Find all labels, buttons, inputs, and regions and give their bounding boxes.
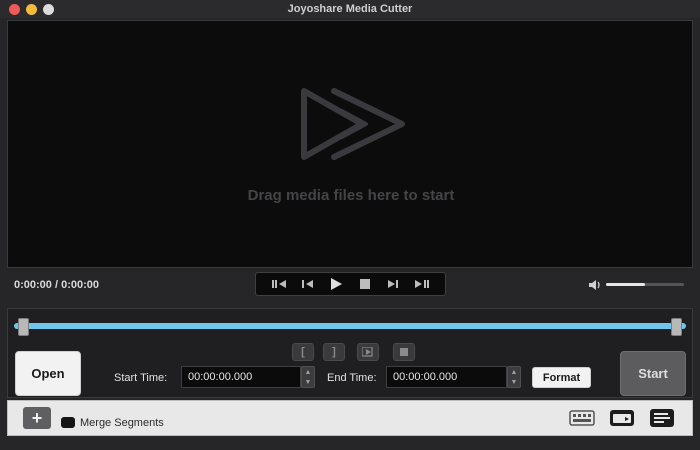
- end-time-stepper[interactable]: ▲ ▼: [507, 366, 521, 388]
- merge-segments-label: Merge Segments: [80, 417, 164, 429]
- chevron-down-icon: ▼: [304, 378, 312, 386]
- set-start-point-button[interactable]: [: [292, 343, 314, 361]
- output-folder-button[interactable]: [608, 407, 636, 429]
- timecode-display: 0:00:00 / 0:00:00: [14, 279, 99, 291]
- title-bar: Joyoshare Media Cutter: [0, 0, 700, 18]
- chevron-up-icon: ▲: [304, 368, 312, 376]
- next-frame-icon[interactable]: [382, 275, 404, 293]
- chevron-up-icon: ▲: [510, 368, 518, 376]
- set-end-point-button[interactable]: ]: [323, 343, 345, 361]
- folder-icon: [610, 410, 634, 426]
- start-time-label: Start Time:: [114, 372, 168, 384]
- playback-controls: [255, 272, 446, 296]
- volume-slider-fill: [606, 283, 645, 286]
- stop-preview-button[interactable]: [393, 343, 415, 361]
- merge-segments-checkbox[interactable]: [61, 417, 75, 428]
- app-logo-icon: [294, 87, 414, 167]
- format-button[interactable]: Format: [532, 367, 591, 388]
- volume-icon[interactable]: [588, 278, 602, 290]
- preview-segment-icon: [362, 347, 373, 357]
- preview-segment-button[interactable]: [357, 343, 379, 361]
- open-button[interactable]: Open: [15, 351, 81, 396]
- end-time-label: End Time:: [327, 372, 377, 384]
- play-icon[interactable]: [325, 275, 347, 293]
- chevron-down-icon: ▼: [510, 378, 518, 386]
- end-time-field[interactable]: 00:00:00.000: [386, 366, 507, 388]
- stop-icon[interactable]: [354, 275, 376, 293]
- timeline-start-handle[interactable]: [18, 318, 29, 336]
- film-edit-icon: [569, 410, 595, 426]
- edit-tool-button[interactable]: [568, 407, 596, 429]
- add-segment-button[interactable]: +: [23, 407, 51, 429]
- app-window: Joyoshare Media Cutter Drag media files …: [0, 0, 700, 450]
- previous-segment-icon[interactable]: [269, 275, 291, 293]
- next-segment-icon[interactable]: [410, 275, 432, 293]
- task-list-button[interactable]: [648, 407, 676, 429]
- previous-frame-icon[interactable]: [297, 275, 319, 293]
- window-title: Joyoshare Media Cutter: [287, 3, 413, 15]
- stop-icon: [400, 348, 408, 356]
- timeline-track[interactable]: [14, 323, 686, 329]
- volume-slider[interactable]: [606, 283, 684, 286]
- timeline-end-handle[interactable]: [671, 318, 682, 336]
- drop-hint-text: Drag media files here to start: [247, 187, 455, 204]
- start-time-stepper[interactable]: ▲ ▼: [301, 366, 315, 388]
- video-preview-area[interactable]: Drag media files here to start: [7, 20, 693, 268]
- list-icon: [650, 409, 674, 427]
- start-button[interactable]: Start: [620, 351, 686, 396]
- start-time-field[interactable]: 00:00:00.000: [181, 366, 301, 388]
